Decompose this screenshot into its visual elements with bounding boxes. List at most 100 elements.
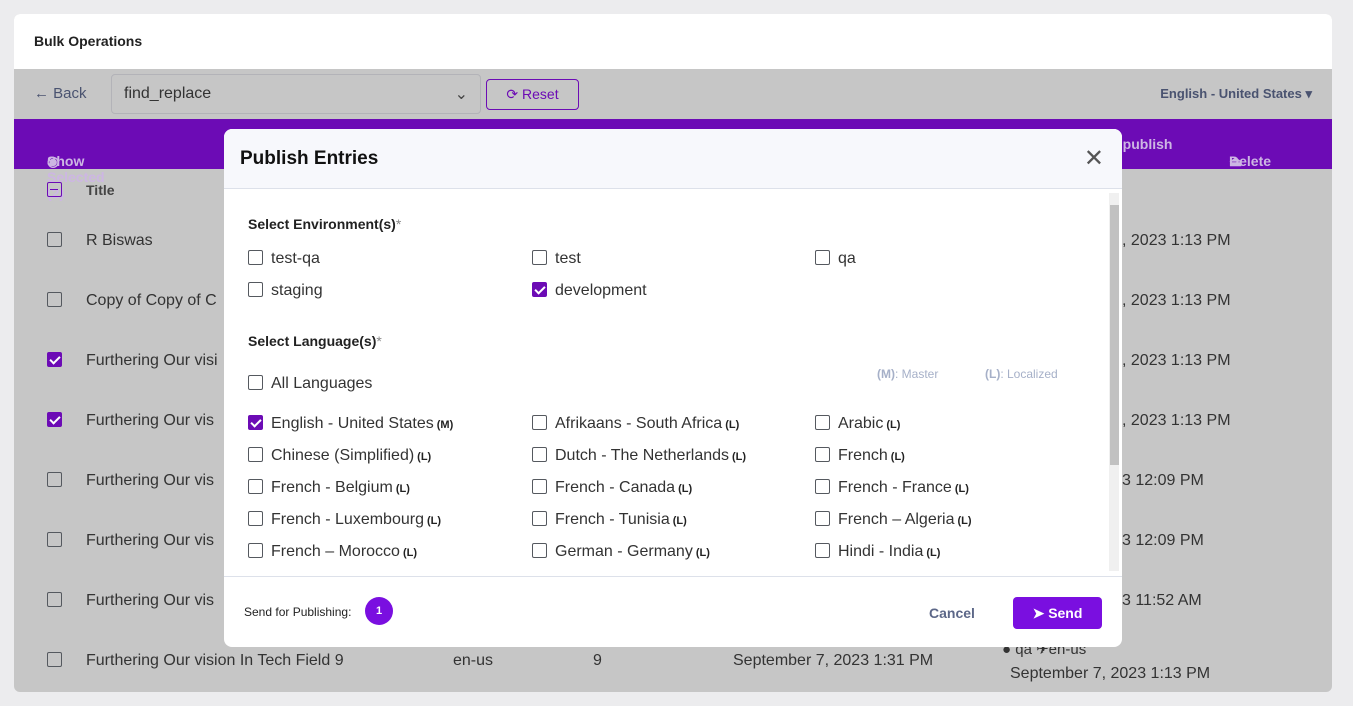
environment-option[interactable]: development <box>532 281 647 300</box>
language-tag: (M) <box>436 419 454 431</box>
row-locale: en-us <box>453 652 494 669</box>
checkbox[interactable] <box>248 446 263 462</box>
column-title: Title <box>86 182 115 198</box>
language-option[interactable]: German - Germany (L) <box>532 542 710 561</box>
language-option[interactable]: Chinese (Simplified) (L) <box>248 446 431 465</box>
language-option[interactable]: Hindi - India (L) <box>815 542 941 561</box>
checkbox[interactable] <box>815 414 830 430</box>
language-option[interactable]: French – Morocco (L) <box>248 542 417 561</box>
checkbox[interactable] <box>532 478 547 494</box>
checkbox[interactable] <box>532 249 547 265</box>
option-label: Hindi - India <box>838 543 924 560</box>
checkbox[interactable] <box>815 510 830 526</box>
checkbox[interactable] <box>248 249 263 265</box>
checkbox[interactable] <box>532 510 547 526</box>
all-languages-option[interactable]: All Languages <box>248 374 372 393</box>
legend-key: (M) <box>877 367 895 381</box>
scrollbar-thumb[interactable] <box>1110 205 1119 465</box>
checkbox[interactable] <box>532 446 547 462</box>
option-label: French - Belgium <box>271 479 393 496</box>
language-tag: (L) <box>926 547 941 559</box>
language-select[interactable]: English - United States ▾ <box>1160 86 1312 102</box>
row-checkbox[interactable] <box>47 412 62 427</box>
row-checkbox[interactable] <box>47 352 62 367</box>
environment-option[interactable]: qa <box>815 249 856 268</box>
option-label: qa <box>838 250 856 267</box>
language-option[interactable]: French - Belgium (L) <box>248 478 410 497</box>
cancel-button[interactable]: Cancel <box>929 605 975 621</box>
checkbox[interactable] <box>248 281 263 297</box>
environment-option[interactable]: test <box>532 249 581 268</box>
option-label: Chinese (Simplified) <box>271 447 415 464</box>
refresh-icon: ⟳ <box>506 86 523 102</box>
checkbox[interactable] <box>248 542 263 558</box>
option-label: test-qa <box>271 250 320 267</box>
select-all-checkbox[interactable] <box>47 182 62 197</box>
environment-option[interactable]: test-qa <box>248 249 320 268</box>
modal-scrollbar[interactable] <box>1109 193 1119 571</box>
language-option[interactable]: English - United States (M) <box>248 414 454 433</box>
env-label: Select Environment(s) <box>248 216 396 232</box>
language-tag: (L) <box>732 451 747 463</box>
back-button[interactable]: ← Back <box>34 85 87 102</box>
checkbox[interactable] <box>248 478 263 494</box>
legend-key: (L) <box>985 367 1001 381</box>
checkbox[interactable] <box>248 374 263 390</box>
checkbox[interactable] <box>815 249 830 265</box>
send-button[interactable]: ➤ Send <box>1013 597 1102 629</box>
option-label: French - France <box>838 479 952 496</box>
row-checkbox[interactable] <box>47 532 62 547</box>
row-published: 3 11:52 AM <box>1122 592 1202 609</box>
row-title: Furthering Our vis <box>86 592 215 609</box>
language-option[interactable]: Afrikaans - South Africa (L) <box>532 414 739 433</box>
row-published: September 7, 2023 1:13 PM <box>1010 665 1211 682</box>
checkbox[interactable] <box>815 446 830 462</box>
toolbar: ← Back find_replace ⌄ ⟳ Reset English - U… <box>14 69 1332 119</box>
send-count-badge: 1 <box>365 597 393 625</box>
row-version: 9 <box>593 652 602 669</box>
operation-select[interactable]: find_replace ⌄ <box>111 74 481 114</box>
row-published: , 2023 1:13 PM <box>1122 352 1231 369</box>
checkbox[interactable] <box>815 542 830 558</box>
option-label: French – Algeria <box>838 511 955 528</box>
option-label: French <box>838 447 888 464</box>
option-label: English - United States <box>271 415 434 432</box>
legend-master: (M): Master <box>877 367 938 381</box>
language-option[interactable]: French - Canada (L) <box>532 478 692 497</box>
legend-text: : Master <box>895 367 939 381</box>
language-option[interactable]: French - France (L) <box>815 478 969 497</box>
checkbox[interactable] <box>248 414 263 430</box>
row-checkbox[interactable] <box>47 652 62 667</box>
close-icon[interactable]: ✕ <box>1084 147 1104 171</box>
row-checkbox[interactable] <box>47 232 62 247</box>
option-label: staging <box>271 282 323 299</box>
checkbox[interactable] <box>532 542 547 558</box>
language-option[interactable]: French (L) <box>815 446 905 465</box>
language-option[interactable]: Dutch - The Netherlands (L) <box>532 446 747 465</box>
option-label: Afrikaans - South Africa <box>555 415 723 432</box>
row-checkbox[interactable] <box>47 292 62 307</box>
modal-body: Select Environment(s)* test-qa test qa stag… <box>224 189 1122 576</box>
option-label: French - Tunisia <box>555 511 670 528</box>
language-option[interactable]: French - Luxembourg (L) <box>248 510 441 529</box>
environment-option[interactable]: staging <box>248 281 323 300</box>
language-option[interactable]: French - Tunisia (L) <box>532 510 687 529</box>
checkbox[interactable] <box>248 510 263 526</box>
checkbox[interactable] <box>815 478 830 494</box>
checkbox[interactable] <box>532 414 547 430</box>
row-checkbox[interactable] <box>47 592 62 607</box>
required-mark: * <box>395 216 402 232</box>
row-published: , 2023 1:13 PM <box>1122 412 1231 429</box>
row-checkbox[interactable] <box>47 472 62 487</box>
row-published: , 2023 1:13 PM <box>1122 292 1231 309</box>
reset-button[interactable]: ⟳ Reset <box>486 79 579 110</box>
language-option[interactable]: French – Algeria (L) <box>815 510 972 529</box>
language-tag: (L) <box>672 515 687 527</box>
lang-label: Select Language(s) <box>248 333 377 349</box>
row-title: Furthering Our vis <box>86 412 215 429</box>
checkbox[interactable] <box>532 281 547 297</box>
option-label: development <box>555 282 647 299</box>
row-title: Furthering Our visi <box>86 352 218 369</box>
language-option[interactable]: Arabic (L) <box>815 414 900 433</box>
modal-footer: Send for Publishing: 1 Cancel ➤ Send <box>224 576 1122 647</box>
